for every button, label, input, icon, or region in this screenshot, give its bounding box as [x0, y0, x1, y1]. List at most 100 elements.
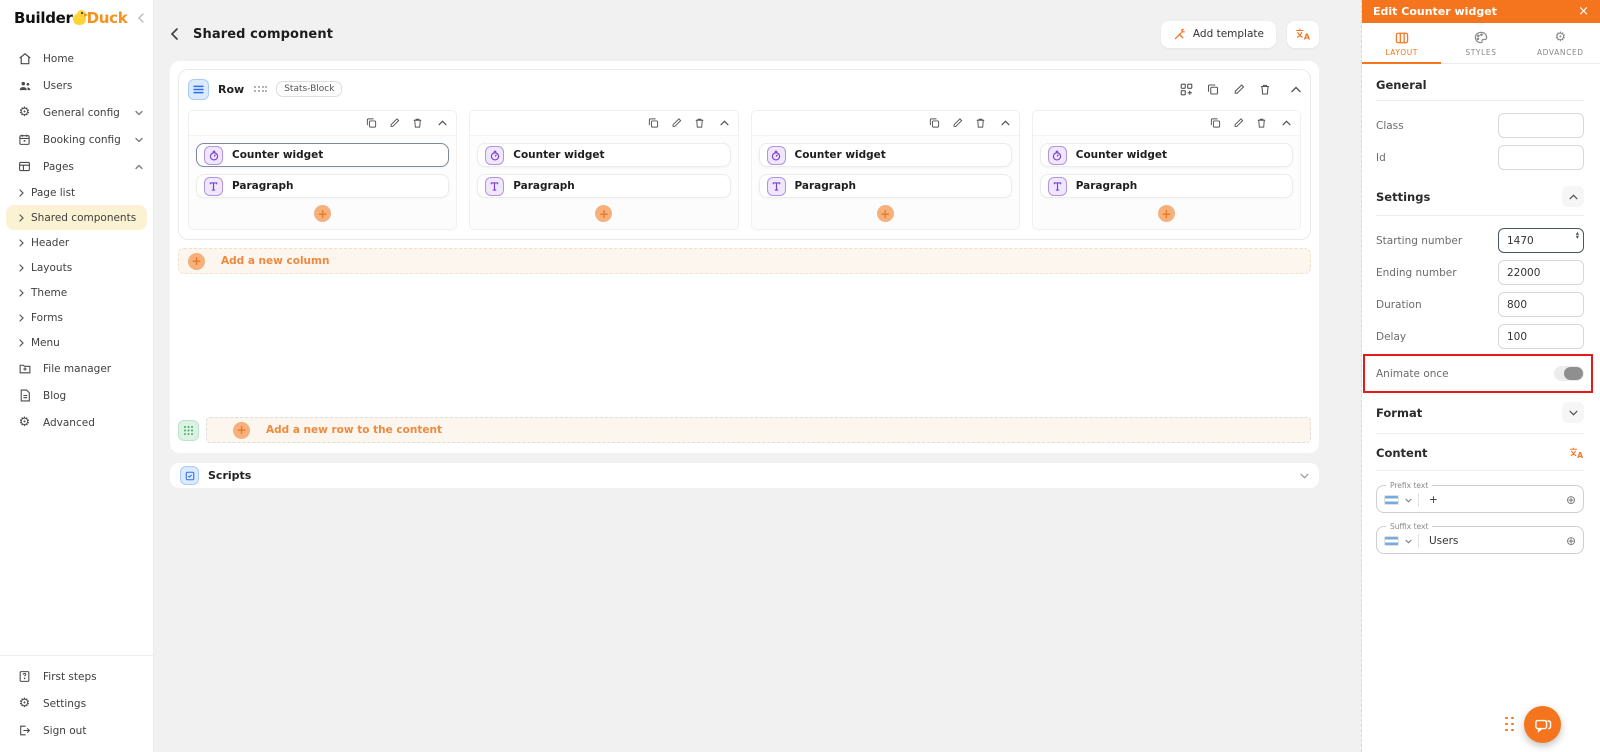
collapse-column-icon[interactable] — [1282, 120, 1291, 126]
sidebar-item-shared-components[interactable]: Shared components — [6, 205, 147, 230]
duplicate-icon[interactable] — [1210, 117, 1221, 129]
counter-icon — [1047, 145, 1067, 165]
add-template-button[interactable]: Add template — [1160, 20, 1276, 48]
collapse-row-icon[interactable] — [1291, 86, 1301, 93]
calendar-icon — [17, 132, 32, 147]
duplicate-icon[interactable] — [929, 117, 940, 129]
plus-icon: + — [233, 421, 250, 439]
sidebar-item-general-config[interactable]: ⚙ General config — [0, 99, 153, 126]
sidebar-item-users[interactable]: Users — [0, 72, 153, 99]
duplicate-icon[interactable] — [366, 117, 377, 129]
paragraph-item[interactable]: Paragraph — [196, 174, 450, 198]
collapse-column-icon[interactable] — [719, 120, 729, 126]
counter-icon — [204, 145, 223, 165]
counter-widget-item[interactable]: Counter widget — [758, 143, 1012, 167]
edit-pencil-icon[interactable] — [1233, 83, 1245, 96]
logo-word-builder: Builder — [14, 9, 73, 27]
add-widget-button[interactable]: + — [1157, 205, 1175, 222]
chevron-down-icon[interactable] — [1300, 473, 1309, 479]
edit-pencil-icon[interactable] — [1233, 117, 1244, 129]
close-icon[interactable]: × — [1578, 5, 1589, 18]
counter-widget-item[interactable]: Counter widget — [477, 143, 731, 167]
animate-once-toggle[interactable] — [1554, 366, 1584, 381]
sidebar-collapse-icon[interactable] — [137, 13, 145, 23]
sidebar-item-forms[interactable]: Forms — [6, 305, 147, 330]
drag-handle-icon[interactable] — [1505, 716, 1515, 733]
delete-trash-icon[interactable] — [694, 117, 705, 129]
duration-input[interactable] — [1498, 292, 1584, 317]
number-stepper-icon[interactable]: ▴ ▾ — [1576, 230, 1579, 239]
column-2: Counter widget Paragraph + — [469, 110, 739, 230]
id-input[interactable] — [1498, 145, 1584, 170]
sidebar-item-first-steps[interactable]: First steps — [0, 663, 153, 690]
collapse-settings-button[interactable] — [1562, 186, 1584, 207]
class-input[interactable] — [1498, 113, 1584, 138]
drag-handle-icon[interactable] — [253, 85, 268, 93]
translate-icon[interactable]: A — [1569, 447, 1584, 459]
layout-columns-icon — [1395, 30, 1409, 45]
sidebar-item-page-list[interactable]: Page list — [6, 180, 147, 205]
edit-pencil-icon[interactable] — [952, 117, 963, 129]
sidebar-item-header[interactable]: Header — [6, 230, 147, 255]
row-block: Row Stats-Block Counter widget Paragraph… — [178, 69, 1311, 240]
delay-input[interactable] — [1498, 324, 1584, 349]
add-widget-button[interactable]: + — [876, 205, 894, 222]
chevron-right-icon — [19, 238, 24, 247]
delete-trash-icon[interactable] — [975, 117, 986, 129]
save-as-block-icon[interactable] — [1180, 83, 1193, 96]
sidebar-item-sign-out[interactable]: Sign out — [0, 717, 153, 744]
edit-pencil-icon[interactable] — [389, 117, 400, 129]
paragraph-item[interactable]: Paragraph — [477, 174, 731, 198]
sidebar-item-layouts[interactable]: Layouts — [6, 255, 147, 280]
sidebar-item-theme[interactable]: Theme — [6, 280, 147, 305]
circle-plus-icon[interactable]: ⊕ — [1566, 493, 1576, 507]
palette-icon — [1474, 30, 1488, 45]
tab-styles[interactable]: STYLES — [1441, 23, 1520, 64]
add-widget-button[interactable]: + — [595, 205, 613, 222]
duplicate-icon[interactable] — [648, 117, 659, 129]
chevron-down-icon[interactable] — [1405, 498, 1412, 503]
delete-trash-icon[interactable] — [1259, 83, 1271, 96]
sidebar-item-settings[interactable]: ⚙ Settings — [0, 690, 153, 717]
prefix-text-field: Prefix text + ⊕ — [1376, 481, 1584, 513]
translate-button[interactable]: A — [1287, 20, 1319, 48]
back-icon[interactable] — [170, 28, 179, 40]
edit-pencil-icon[interactable] — [671, 117, 682, 129]
circle-plus-icon[interactable]: ⊕ — [1566, 534, 1576, 548]
logo: Builder Duck — [0, 0, 153, 33]
paragraph-item[interactable]: Paragraph — [758, 174, 1012, 198]
duplicate-icon[interactable] — [1207, 83, 1219, 96]
add-row-button[interactable]: + Add a new row to the content — [206, 417, 1311, 443]
paragraph-item[interactable]: Paragraph — [1039, 174, 1293, 198]
expand-format-button[interactable] — [1562, 402, 1584, 423]
delete-trash-icon[interactable] — [1256, 117, 1267, 129]
collapse-column-icon[interactable] — [1001, 120, 1010, 126]
counter-widget-item[interactable]: Counter widget — [1039, 143, 1293, 167]
sidebar-item-advanced[interactable]: ⚙ Advanced — [0, 409, 153, 436]
sidebar-item-home[interactable]: Home — [0, 45, 153, 72]
users-icon — [17, 78, 32, 93]
tab-advanced[interactable]: ⚙ ADVANCED — [1521, 23, 1600, 64]
collapse-column-icon[interactable] — [438, 120, 447, 126]
ending-number-input[interactable] — [1498, 260, 1584, 285]
sidebar-item-pages[interactable]: Pages — [0, 153, 153, 180]
logo-word-duck: Duck — [86, 9, 128, 27]
prefix-text-value[interactable]: + — [1425, 494, 1560, 506]
chat-support-button[interactable] — [1524, 706, 1561, 743]
panel-body: General Class Id Settings Starting numbe… — [1362, 64, 1600, 752]
panel-resize-divider[interactable] — [1337, 0, 1362, 752]
sidebar-item-file-manager[interactable]: File manager — [0, 355, 153, 382]
counter-widget-item[interactable]: Counter widget — [196, 143, 450, 167]
chevron-down-icon[interactable] — [1405, 539, 1412, 544]
sidebar-item-blog[interactable]: Blog — [0, 382, 153, 409]
add-column-button[interactable]: + Add a new column — [178, 248, 1311, 274]
tab-layout[interactable]: LAYOUT — [1362, 23, 1442, 64]
scripts-section[interactable]: Scripts — [170, 463, 1319, 488]
sidebar-item-menu[interactable]: Menu — [6, 330, 147, 355]
delete-trash-icon[interactable] — [412, 117, 423, 129]
edit-widget-panel: Edit Counter widget × LAYOUT STYLES ⚙ AD… — [1362, 0, 1600, 752]
starting-number-input[interactable] — [1498, 228, 1584, 253]
sidebar-item-booking-config[interactable]: Booking config — [0, 126, 153, 153]
suffix-text-value[interactable]: Users — [1425, 535, 1560, 547]
add-widget-button[interactable]: + — [314, 205, 332, 222]
